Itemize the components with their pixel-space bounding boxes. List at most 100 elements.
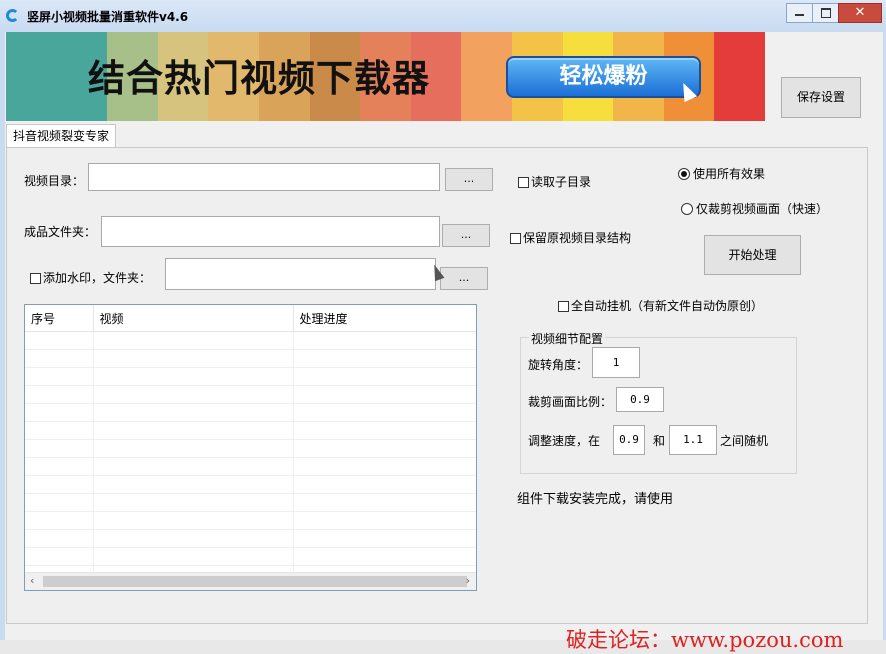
table-cell xyxy=(293,331,476,350)
table-cell xyxy=(93,403,294,422)
table-cell xyxy=(93,385,294,404)
auto-hang-checkbox[interactable] xyxy=(558,301,569,312)
horizontal-scrollbar[interactable]: ‹ › xyxy=(25,572,476,590)
scroll-right-icon[interactable]: › xyxy=(466,574,470,587)
table-cell xyxy=(93,511,294,530)
table-cell xyxy=(25,457,94,476)
table-cell xyxy=(293,385,476,404)
table-cell xyxy=(93,457,294,476)
status-message: 组件下载安装完成，请使用 xyxy=(517,492,674,507)
table-cell xyxy=(293,403,476,422)
all-effects-radio[interactable] xyxy=(678,168,690,180)
table-row[interactable] xyxy=(25,529,476,548)
forum-watermark: 破走论坛：www.pozou.com xyxy=(566,628,844,652)
output-dir-browse-button[interactable]: ... xyxy=(442,224,490,247)
table-cell xyxy=(93,349,294,368)
random-label: 之间随机 xyxy=(720,434,769,448)
title-bar: 竖屏小视频批量消重软件v4.6 ✕ xyxy=(0,0,886,32)
table-row[interactable] xyxy=(25,457,476,476)
table-cell xyxy=(293,439,476,458)
table-cell xyxy=(25,331,94,350)
table-cell xyxy=(25,511,94,530)
watermark-checkbox[interactable] xyxy=(30,273,41,284)
table-cell xyxy=(293,349,476,368)
crop-ratio-label: 裁剪画面比例： xyxy=(528,395,613,409)
column-header-video[interactable]: 视频 xyxy=(93,305,294,332)
app-window: 竖屏小视频批量消重软件v4.6 ✕ 结合热门视频下载器 轻松爆粉 保存设置 抖音… xyxy=(0,0,886,654)
all-effects-row[interactable]: 使用所有效果 xyxy=(678,165,765,182)
table-cell xyxy=(293,457,476,476)
table-row[interactable] xyxy=(25,403,476,422)
watermark-dir-input[interactable] xyxy=(165,258,436,290)
table-row[interactable] xyxy=(25,547,476,566)
table-row[interactable] xyxy=(25,511,476,530)
keep-structure-checkbox[interactable] xyxy=(510,233,521,244)
crop-ratio-input[interactable]: 0.9 xyxy=(616,387,664,412)
maximize-button[interactable] xyxy=(812,3,839,23)
table-row[interactable] xyxy=(25,385,476,404)
table-cell xyxy=(25,367,94,386)
auto-hang-row[interactable]: 全自动挂机（有新文件自动伪原创） xyxy=(558,297,763,314)
scroll-left-icon[interactable]: ‹ xyxy=(30,574,34,587)
table-cell xyxy=(25,547,94,566)
table-cell xyxy=(293,367,476,386)
video-list-table[interactable]: 序号 视频 处理进度 ‹ › xyxy=(24,304,477,591)
and-label: 和 xyxy=(653,434,666,448)
video-dir-browse-button[interactable]: ... xyxy=(445,168,493,191)
table-row[interactable] xyxy=(25,331,476,350)
save-settings-button[interactable]: 保存设置 xyxy=(781,77,861,118)
table-row[interactable] xyxy=(25,367,476,386)
table-cell xyxy=(293,475,476,494)
crop-only-radio[interactable] xyxy=(681,203,693,215)
column-header-index[interactable]: 序号 xyxy=(25,305,94,332)
table-cell xyxy=(25,493,94,512)
rotate-label: 旋转角度： xyxy=(528,358,589,372)
table-cell xyxy=(93,475,294,494)
table-cell xyxy=(25,475,94,494)
table-row[interactable] xyxy=(25,439,476,458)
app-logo-icon xyxy=(6,9,19,22)
video-dir-input[interactable] xyxy=(88,163,440,191)
table-cell xyxy=(93,367,294,386)
table-cell xyxy=(25,529,94,548)
table-cell xyxy=(25,385,94,404)
ad-banner[interactable]: 结合热门视频下载器 轻松爆粉 xyxy=(6,32,765,121)
start-processing-button[interactable]: 开始处理 xyxy=(704,235,801,275)
auto-hang-label: 全自动挂机（有新文件自动伪原创） xyxy=(571,299,764,313)
table-cell xyxy=(293,511,476,530)
crop-only-row[interactable]: 仅裁剪视频画面（快速） xyxy=(681,200,828,217)
table-cell xyxy=(293,529,476,548)
banner-cta-button[interactable]: 轻松爆粉 xyxy=(506,56,701,103)
rotate-input[interactable]: 1 xyxy=(592,347,640,378)
table-cell xyxy=(25,403,94,422)
window-border-left xyxy=(0,32,5,654)
close-button[interactable]: ✕ xyxy=(838,3,882,23)
watermark-dir-browse-button[interactable]: ... xyxy=(440,267,488,290)
column-header-progress[interactable]: 处理进度 xyxy=(293,305,476,332)
keep-structure-row[interactable]: 保留原视频目录结构 xyxy=(510,229,631,246)
window-title: 竖屏小视频批量消重软件v4.6 xyxy=(27,10,189,24)
tab-douyin-expert[interactable]: 抖音视频裂变专家 xyxy=(6,124,116,148)
read-subdir-checkbox[interactable] xyxy=(518,177,529,188)
banner-stripe xyxy=(6,32,57,121)
watermark-checkbox-row[interactable]: 添加水印，文件夹： xyxy=(30,269,151,286)
maximize-icon xyxy=(820,8,831,18)
table-row[interactable] xyxy=(25,475,476,494)
table-cell xyxy=(93,547,294,566)
read-subdir-row[interactable]: 读取子目录 xyxy=(518,173,591,190)
speed-max-input[interactable]: 1.1 xyxy=(669,425,717,455)
table-cell xyxy=(25,349,94,368)
output-dir-label: 成品文件夹： xyxy=(24,225,97,239)
video-dir-label: 视频目录： xyxy=(24,174,85,188)
table-row[interactable] xyxy=(25,493,476,512)
output-dir-input[interactable] xyxy=(101,216,440,247)
table-cell xyxy=(93,493,294,512)
table-row[interactable] xyxy=(25,349,476,368)
scrollbar-thumb[interactable] xyxy=(43,576,467,587)
minimize-button[interactable] xyxy=(786,3,813,23)
table-row[interactable] xyxy=(25,421,476,440)
table-cell xyxy=(93,529,294,548)
video-config-title: 视频细节配置 xyxy=(529,330,606,347)
speed-min-input[interactable]: 0.9 xyxy=(613,425,645,455)
minimize-icon xyxy=(795,14,804,16)
